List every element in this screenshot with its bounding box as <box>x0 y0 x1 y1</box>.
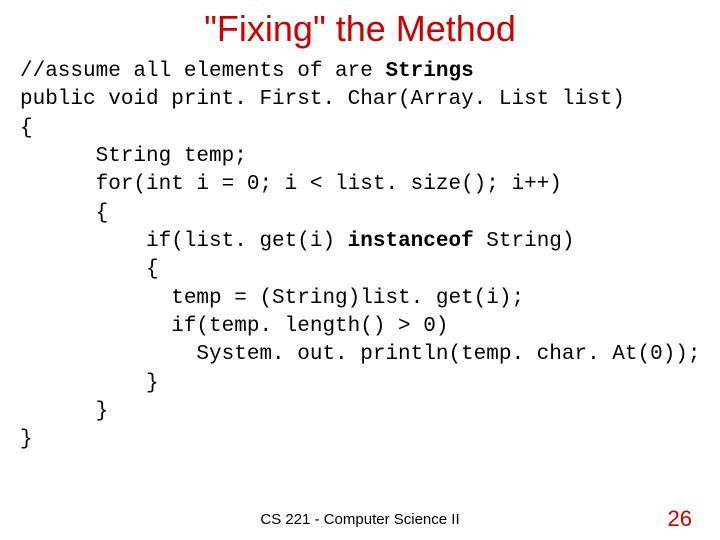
code-line: System. out. println(temp. char. At(0)); <box>20 343 701 366</box>
page-number: 26 <box>668 506 692 532</box>
code-line: if(temp. length() > 0) <box>20 315 448 338</box>
code-line: public void print. First. Char(Array. Li… <box>20 88 625 111</box>
code-line: { <box>20 202 108 225</box>
code-line: } <box>20 372 159 395</box>
code-line: for(int i = 0; i < list. size(); i++) <box>20 173 562 196</box>
slide: "Fixing" the Method //assume all element… <box>0 0 720 540</box>
code-line: { <box>20 117 33 140</box>
code-line: String) <box>474 230 575 253</box>
slide-title: "Fixing" the Method <box>20 8 700 50</box>
code-line: //assume all elements of are <box>20 60 385 83</box>
code-line: if(list. get(i) <box>20 230 348 253</box>
code-keyword: instanceof <box>348 230 474 253</box>
footer-course: CS 221 - Computer Science II <box>0 511 720 528</box>
code-line: } <box>20 400 108 423</box>
code-block: //assume all elements of are Strings pub… <box>20 58 700 455</box>
code-line: String temp; <box>20 145 247 168</box>
code-keyword: Strings <box>385 60 473 83</box>
code-line: temp = (String)list. get(i); <box>20 287 524 310</box>
code-line: } <box>20 428 33 451</box>
code-line: { <box>20 258 159 281</box>
